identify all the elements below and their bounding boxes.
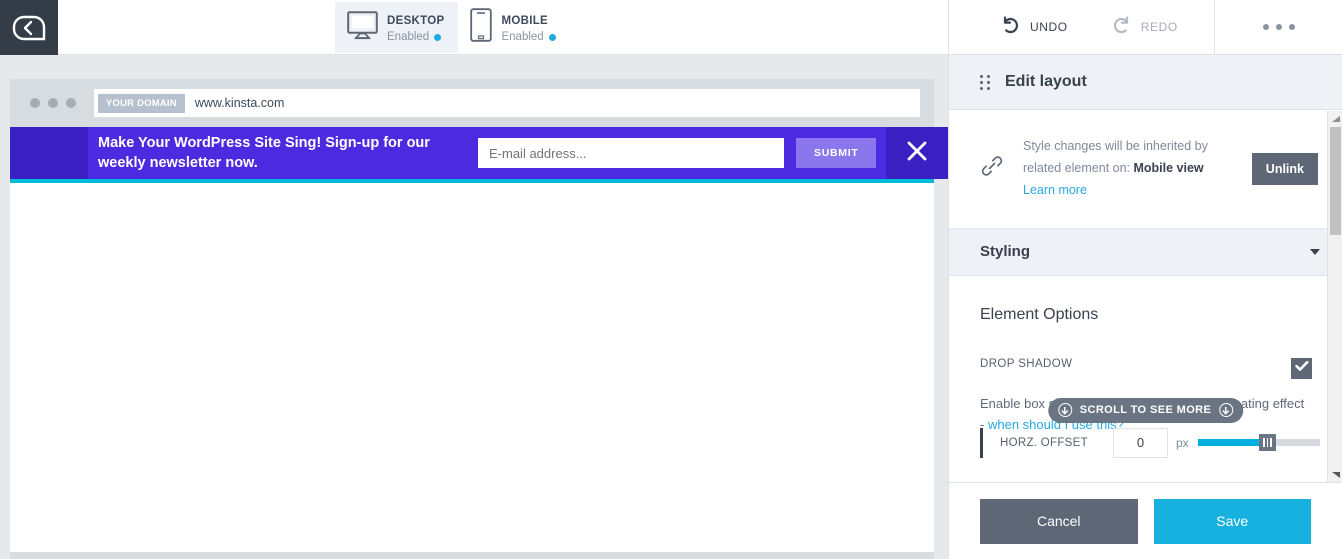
- drop-shadow-checkbox[interactable]: [1291, 358, 1312, 379]
- browser-chrome: YOUR DOMAIN www.kinsta.com: [10, 79, 934, 127]
- horz-offset-slider-knob[interactable]: [1259, 434, 1276, 451]
- horz-offset-row: HORZ. OFFSET 0 px: [980, 428, 1320, 458]
- enabled-dot-icon: [434, 34, 441, 41]
- address-bar[interactable]: YOUR DOMAIN www.kinsta.com: [94, 89, 920, 117]
- device-tab-mobile-text: MOBILE Enabled: [501, 11, 555, 45]
- popup-signup-form: SUBMIT: [478, 127, 886, 179]
- panel-title: Edit layout: [1005, 73, 1087, 91]
- editor-panel: UNDO REDO: [948, 0, 1342, 559]
- enabled-dot-icon: [549, 34, 556, 41]
- device-state: Enabled: [387, 31, 444, 44]
- device-state-label: Enabled: [501, 31, 543, 44]
- arrow-down-circle-icon: [1219, 403, 1233, 417]
- inherit-line-1: Style changes will be inherited by: [1023, 139, 1208, 153]
- scroll-down-arrow-icon[interactable]: [1328, 467, 1342, 482]
- email-input[interactable]: [478, 138, 784, 168]
- arrow-down-circle-icon: [1058, 403, 1072, 417]
- learn-more-link[interactable]: Learn more: [1023, 180, 1234, 202]
- drop-shadow-label: DROP SHADOW: [980, 358, 1291, 370]
- scroll-hint-label: SCROLL TO SEE MORE: [1080, 404, 1211, 416]
- inherit-notice: Style changes will be inherited by relat…: [949, 110, 1342, 229]
- undo-button[interactable]: UNDO: [949, 16, 1068, 38]
- horz-offset-slider-fill: [1198, 439, 1265, 446]
- drop-shadow-row: DROP SHADOW: [980, 358, 1312, 379]
- back-button[interactable]: [0, 0, 58, 55]
- more-horizontal-icon: [1263, 24, 1295, 30]
- scroll-to-see-more-hint[interactable]: SCROLL TO SEE MORE: [1048, 398, 1243, 423]
- popup-headline: Make Your WordPress Site Sing! Sign-up f…: [98, 133, 478, 173]
- redo-arrow-icon: [1112, 16, 1131, 38]
- checkmark-icon: [1295, 359, 1309, 377]
- panel-toolbar: UNDO REDO: [949, 0, 1342, 55]
- device-switcher: DESKTOP Enabled MOBILE: [335, 2, 570, 53]
- drag-handle-icon[interactable]: [980, 75, 991, 90]
- inherit-target: Mobile view: [1134, 161, 1204, 175]
- top-toolbar: DESKTOP Enabled MOBILE: [0, 0, 948, 55]
- redo-button[interactable]: REDO: [1068, 16, 1178, 38]
- app-root: DESKTOP Enabled MOBILE: [0, 0, 1342, 559]
- window-controls-icon: [30, 98, 76, 108]
- save-button[interactable]: Save: [1154, 499, 1312, 544]
- device-name: DESKTOP: [387, 15, 444, 27]
- element-options-section: Element Options DROP SHADOW Enable box s…: [949, 276, 1342, 435]
- popup-headline-block[interactable]: Make Your WordPress Site Sing! Sign-up f…: [88, 127, 478, 179]
- url-text: www.kinsta.com: [195, 96, 285, 110]
- panel-header: Edit layout: [949, 55, 1342, 110]
- horz-offset-slider-track[interactable]: [1198, 439, 1320, 446]
- device-tab-mobile[interactable]: MOBILE Enabled: [458, 2, 569, 53]
- domain-chip: YOUR DOMAIN: [98, 94, 185, 113]
- undo-label: UNDO: [1030, 20, 1068, 34]
- inherit-notice-text: Style changes will be inherited by relat…: [1023, 136, 1234, 202]
- device-state: Enabled: [501, 31, 555, 44]
- horz-offset-label: HORZ. OFFSET: [1000, 437, 1113, 449]
- device-name: MOBILE: [501, 15, 548, 27]
- back-bubble-icon: [12, 15, 46, 41]
- panel-scrollbar[interactable]: [1327, 111, 1342, 482]
- submit-button[interactable]: SUBMIT: [796, 138, 876, 168]
- more-options-button[interactable]: [1215, 0, 1342, 54]
- cancel-button[interactable]: Cancel: [980, 499, 1138, 544]
- device-tab-desktop[interactable]: DESKTOP Enabled: [335, 2, 458, 53]
- scroll-up-arrow-icon[interactable]: [1328, 111, 1342, 126]
- mobile-phone-icon: [470, 8, 492, 47]
- history-group: UNDO REDO: [949, 0, 1215, 54]
- horz-offset-unit: px: [1168, 436, 1198, 450]
- device-tab-desktop-text: DESKTOP Enabled: [387, 11, 444, 45]
- preview-page-body: [10, 183, 934, 552]
- element-options-title: Element Options: [980, 306, 1312, 324]
- close-x-icon: [906, 140, 928, 167]
- chevron-down-icon: [1310, 249, 1320, 255]
- redo-label: REDO: [1141, 20, 1178, 34]
- styling-section-toggle[interactable]: Styling: [949, 229, 1342, 276]
- scrollbar-thumb[interactable]: [1330, 127, 1341, 235]
- desktop-monitor-icon: [347, 11, 378, 45]
- preview-canvas: YOUR DOMAIN www.kinsta.com Make Your Wor…: [0, 55, 948, 559]
- unlink-button[interactable]: Unlink: [1252, 153, 1318, 185]
- popup-bar-element[interactable]: Make Your WordPress Site Sing! Sign-up f…: [10, 127, 934, 179]
- undo-arrow-icon: [1001, 16, 1020, 38]
- styling-section-label: Styling: [980, 243, 1310, 260]
- horz-offset-value[interactable]: 0: [1113, 428, 1168, 458]
- browser-mockup: YOUR DOMAIN www.kinsta.com Make Your Wor…: [10, 79, 934, 559]
- popup-bar-left-edge: [10, 127, 88, 179]
- inherit-line-2-prefix: related element on:: [1023, 161, 1130, 175]
- device-state-label: Enabled: [387, 31, 429, 44]
- popup-close-button[interactable]: [886, 127, 948, 179]
- link-chain-icon: [979, 153, 1005, 184]
- panel-footer: Cancel Save: [949, 482, 1342, 559]
